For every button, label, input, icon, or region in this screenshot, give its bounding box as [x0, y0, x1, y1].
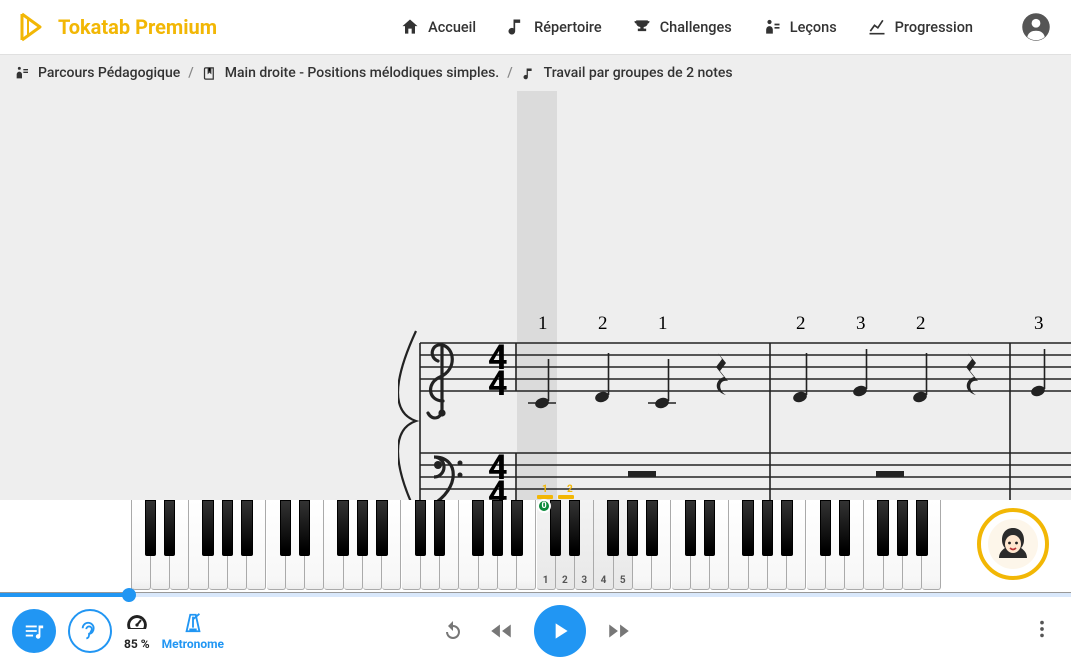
- forward-icon: [606, 618, 632, 644]
- nav-repertoire[interactable]: Répertoire: [506, 17, 602, 37]
- black-key[interactable]: [164, 500, 176, 556]
- black-key[interactable]: [607, 500, 619, 556]
- black-key[interactable]: [781, 500, 793, 556]
- ear-icon: [79, 620, 101, 642]
- more-options-button[interactable]: [1025, 612, 1059, 650]
- black-key[interactable]: [627, 500, 639, 556]
- black-key[interactable]: [337, 500, 349, 556]
- black-key[interactable]: [839, 500, 851, 556]
- svg-text:4: 4: [488, 364, 508, 404]
- black-key[interactable]: [472, 500, 484, 556]
- progress-track[interactable]: [0, 593, 1071, 597]
- gauge-icon: [125, 611, 149, 635]
- svg-text:2: 2: [598, 313, 608, 334]
- progress-thumb[interactable]: [122, 588, 136, 602]
- black-key[interactable]: [511, 500, 523, 556]
- avatar-icon: [987, 518, 1039, 570]
- black-key[interactable]: [241, 500, 253, 556]
- more-vert-icon: [1031, 618, 1053, 640]
- piano-keyboard: 123450: [0, 500, 1071, 592]
- black-key[interactable]: [492, 500, 504, 556]
- music-mode-button[interactable]: [12, 609, 56, 653]
- black-key[interactable]: [820, 500, 832, 556]
- svg-text:1: 1: [538, 313, 548, 334]
- coach-avatar[interactable]: [977, 508, 1049, 580]
- play-button[interactable]: [534, 605, 586, 657]
- nav-challenges[interactable]: Challenges: [632, 17, 732, 37]
- home-icon: [400, 17, 420, 37]
- svg-text:1: 1: [658, 313, 668, 334]
- black-key[interactable]: [897, 500, 909, 556]
- finger-hints: 1 2: [0, 484, 1071, 500]
- svg-text:3: 3: [1034, 313, 1044, 334]
- teacher-icon: [762, 17, 782, 37]
- black-key[interactable]: [202, 500, 214, 556]
- tempo-control[interactable]: 85 %: [124, 611, 150, 651]
- black-key[interactable]: [222, 500, 234, 556]
- black-key[interactable]: [550, 500, 562, 556]
- listen-mode-button[interactable]: [68, 609, 112, 653]
- chart-line-icon: [867, 17, 887, 37]
- svg-text:2: 2: [796, 313, 806, 334]
- player-controls: 85 % Metronome: [0, 593, 1071, 668]
- breadcrumb: Parcours Pédagogique / Main droite - Pos…: [0, 55, 1071, 91]
- black-key[interactable]: [357, 500, 369, 556]
- black-key[interactable]: [646, 500, 658, 556]
- svg-text:3: 3: [856, 313, 866, 334]
- black-key[interactable]: [415, 500, 427, 556]
- black-key[interactable]: [434, 500, 446, 556]
- black-key[interactable]: [280, 500, 292, 556]
- separator: /: [505, 65, 514, 81]
- black-key[interactable]: [299, 500, 311, 556]
- music-note-icon: [506, 17, 526, 37]
- music-note-icon: [521, 66, 536, 81]
- replay-button[interactable]: [438, 616, 468, 646]
- replay-icon: [441, 619, 465, 643]
- play-icon: [547, 618, 573, 644]
- trophy-icon: [632, 17, 652, 37]
- music-list-icon: [23, 620, 45, 642]
- book-icon: [202, 66, 217, 81]
- black-key[interactable]: [145, 500, 157, 556]
- crumb-exercise[interactable]: Travail par groupes de 2 notes: [521, 65, 733, 81]
- nav-home[interactable]: Accueil: [400, 17, 476, 37]
- black-key[interactable]: [376, 500, 388, 556]
- logo[interactable]: Tokatab Premium: [18, 12, 217, 42]
- separator: /: [186, 65, 195, 81]
- black-key[interactable]: [877, 500, 889, 556]
- logo-icon: [18, 12, 48, 42]
- teacher-icon: [14, 65, 30, 81]
- svg-text:2: 2: [916, 313, 926, 334]
- rewind-button[interactable]: [486, 616, 516, 646]
- black-key[interactable]: [916, 500, 928, 556]
- metronome-control[interactable]: Metronome: [162, 611, 224, 651]
- crumb-main-droite[interactable]: Main droite - Positions mélodiques simpl…: [202, 65, 499, 81]
- rewind-icon: [488, 618, 514, 644]
- brand-text: Tokatab Premium: [58, 15, 217, 39]
- profile-button[interactable]: [1019, 10, 1053, 44]
- score-area: 4 4 4 4 1 2 1 2 3: [0, 91, 1071, 593]
- black-key[interactable]: [762, 500, 774, 556]
- black-key[interactable]: [742, 500, 754, 556]
- crumb-parcours[interactable]: Parcours Pédagogique: [14, 65, 180, 81]
- nav-progression[interactable]: Progression: [867, 17, 973, 37]
- black-key[interactable]: [704, 500, 716, 556]
- metronome-icon: [182, 611, 204, 635]
- nav-lessons[interactable]: Leçons: [762, 17, 837, 37]
- user-circle-icon: [1021, 12, 1051, 42]
- forward-button[interactable]: [604, 616, 634, 646]
- black-key[interactable]: [569, 500, 581, 556]
- black-key[interactable]: [685, 500, 697, 556]
